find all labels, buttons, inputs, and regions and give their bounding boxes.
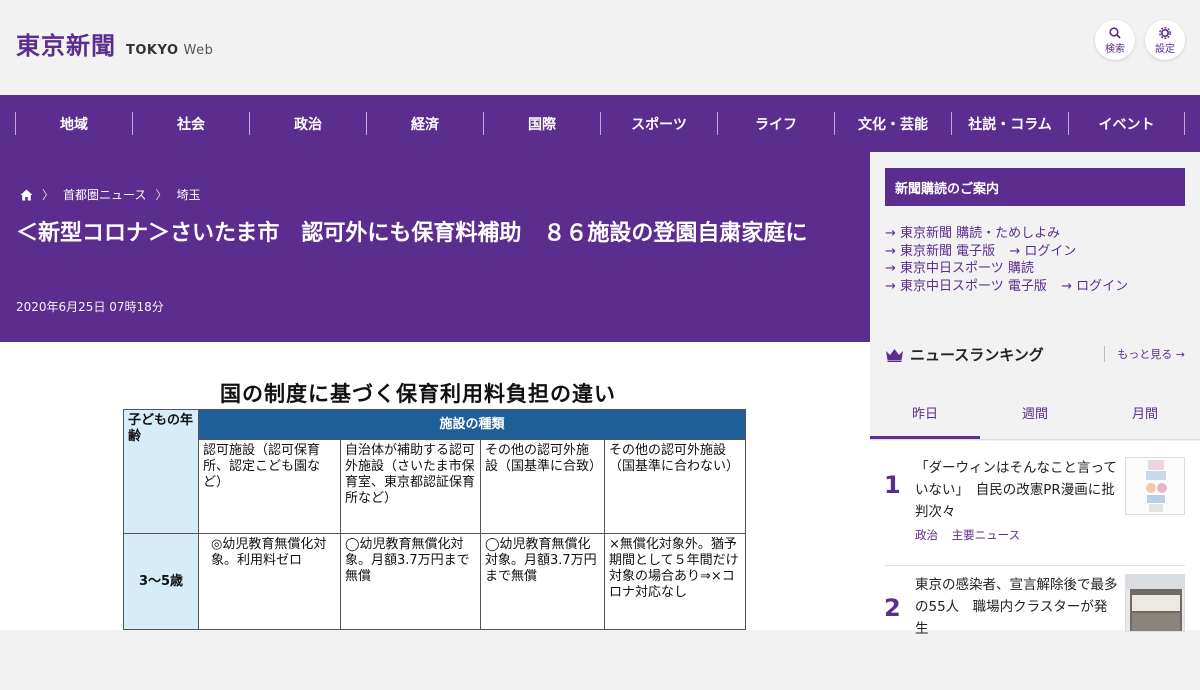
group-header: 施設の種類 (439, 416, 505, 432)
breadcrumb-separator: 〉 (155, 188, 168, 202)
arrow-right-icon: → (1175, 348, 1185, 361)
search-icon (1109, 27, 1121, 39)
column-header: その他の認可外施設（国基準に合致） (480, 439, 605, 534)
subscribe-link[interactable]: → 東京中日スポーツ 購読 (885, 261, 1034, 276)
subscribe-link-row: → 東京中日スポーツ 電子版 → ログイン (885, 278, 1128, 296)
figure-title: 国の制度に基づく保育利用料負担の違い (220, 382, 616, 406)
logo-japanese: 東京新聞 (16, 31, 116, 60)
breadcrumb-item-saitama[interactable]: 埼玉 (176, 186, 200, 203)
subscribe-link-text: 東京中日スポーツ 電子版 (900, 278, 1047, 294)
login-link-text: ログイン (1076, 278, 1129, 294)
list-item[interactable]: 1 「ダーウィンはそんなこと言っていない」 自民の改憲PR漫画に批判次々 政治 … (870, 441, 1200, 565)
logo-tokyo-text: TOKYO (126, 43, 179, 58)
ranking-item-title[interactable]: 「ダーウィンはそんなこと言っていない」 自民の改憲PR漫画に批判次々 (915, 457, 1120, 523)
site-logo[interactable]: 東京新聞 TOKYO Web (16, 26, 213, 61)
crown-icon (886, 348, 903, 362)
gear-icon (1159, 27, 1171, 39)
tab-yesterday[interactable]: 昨日 (870, 390, 980, 439)
nav-item-sports[interactable]: スポーツ (600, 112, 717, 135)
manga-thumbnail (1126, 458, 1184, 514)
column-header: 認可施設（認可保育所、認定こども園など） (198, 439, 341, 534)
thumbnail-image[interactable] (1125, 574, 1185, 632)
main-nav: 地域 社会 政治 経済 国際 スポーツ ライフ 文化・芸能 社説・コラム イベン… (0, 95, 1200, 152)
tag-link[interactable]: 政治 (915, 528, 938, 542)
nav-item-region[interactable]: 地域 (15, 112, 132, 135)
ranking-title: ニュースランキング (910, 346, 1044, 364)
ranking-list: 1 「ダーウィンはそんなこと言っていない」 自民の改憲PR漫画に批判次々 政治 … (870, 441, 1200, 637)
article-header: 〉 首都圏ニュース 〉 埼玉 ＜新型コロナ＞さいたま市 認可外にも保育料補助 ８… (0, 152, 870, 342)
settings-button[interactable]: 設定 (1145, 20, 1185, 60)
age-header: 子どもの年齢 (128, 413, 194, 444)
search-label: 検索 (1105, 44, 1125, 55)
row-age-cell: 3～5歳 (123, 533, 199, 630)
subscribe-link[interactable]: → 東京中日スポーツ 電子版 (885, 279, 1047, 294)
subscribe-title: 新聞購読のご案内 (885, 168, 1185, 206)
breadcrumb-item-metro[interactable]: 首都圏ニュース (63, 186, 146, 203)
tab-monthly[interactable]: 月間 (1090, 390, 1200, 439)
search-button[interactable]: 検索 (1095, 20, 1135, 60)
login-link-text: ログイン (1024, 243, 1077, 259)
ranking-item-title[interactable]: 東京の感染者、宣言解除後で最多の55人 職場内クラスターが発生 (915, 574, 1120, 640)
nav-item-editorial[interactable]: 社説・コラム (951, 112, 1068, 135)
subscribe-link-text: 東京新聞 電子版 (900, 243, 996, 259)
thumbnail-image[interactable] (1125, 457, 1185, 515)
article-date: 2020年6月25日 07時18分 (16, 300, 164, 314)
site-header: 東京新聞 TOKYO Web 検索 設定 (0, 0, 1200, 95)
logo-english: TOKYO Web (126, 43, 213, 58)
table-cell: ×無償化対象外。猶予期間として５年間だけ対象の場合あり⇒×コロナ対応なし (604, 533, 746, 630)
more-link[interactable]: もっと見る → (1104, 346, 1185, 362)
tag-link[interactable]: 主要ニュース (952, 528, 1020, 542)
table-cell: ◎幼児教育無償化対象。利用料ゼロ (198, 533, 341, 630)
arrow-right-icon: → (1009, 243, 1021, 259)
login-link[interactable]: → ログイン (1009, 244, 1076, 259)
ranking-tabs: 昨日 週間 月間 (870, 390, 1200, 440)
arrow-right-icon: → (885, 261, 896, 276)
nav-item-society[interactable]: 社会 (132, 112, 249, 135)
breadcrumb: 〉 首都圏ニュース 〉 埼玉 (20, 186, 200, 203)
more-link-text: もっと見る (1117, 348, 1173, 361)
building-thumbnail (1126, 575, 1184, 631)
arrow-right-icon: → (885, 278, 896, 294)
nav-item-international[interactable]: 国際 (483, 112, 600, 135)
subscribe-link[interactable]: → 東京新聞 電子版 (885, 244, 995, 259)
subscribe-link-row: → 東京新聞 購読・ためしよみ (885, 225, 1128, 243)
nav-item-events[interactable]: イベント (1068, 112, 1185, 135)
article-body: 国の制度に基づく保育利用料負担の違い 子どもの年齢 施設の種類 認可施設（認可保… (0, 342, 870, 630)
home-icon[interactable] (20, 189, 33, 201)
tab-weekly[interactable]: 週間 (980, 390, 1090, 439)
figure-table: 子どもの年齢 施設の種類 認可施設（認可保育所、認定こども園など） 自治体が補助… (123, 409, 746, 630)
nav-item-life[interactable]: ライフ (717, 112, 834, 135)
subscribe-link-row: → 東京新聞 電子版 → ログイン (885, 243, 1128, 261)
nav-item-economy[interactable]: 経済 (366, 112, 483, 135)
logo-web-text: Web (183, 43, 214, 58)
login-link[interactable]: → ログイン (1061, 279, 1128, 294)
sidebar: 新聞購読のご案内 → 東京新聞 購読・ためしよみ → 東京新聞 電子版 → ログ… (870, 152, 1200, 637)
ranking-header: ニュースランキング もっと見る → (885, 344, 1185, 365)
nav-item-culture[interactable]: 文化・芸能 (834, 112, 951, 135)
subscribe-link-row: → 東京中日スポーツ 購読 (885, 260, 1128, 278)
table-cell: ◯幼児教育無償化対象。月額3.7万円まで無償 (480, 533, 605, 630)
subscribe-link-text: 東京新聞 購読・ためしよみ (900, 226, 1061, 241)
subscribe-link[interactable]: → 東京新聞 購読・ためしよみ (885, 226, 1060, 241)
settings-label: 設定 (1155, 44, 1175, 55)
arrow-right-icon: → (885, 226, 896, 241)
column-header: 自治体が補助する認可外施設（さいたま市保育室、東京都認証保育所など） (340, 439, 481, 534)
rank-number: 1 (884, 471, 901, 499)
breadcrumb-separator: 〉 (42, 188, 55, 202)
ranking-item-tags: 政治 主要ニュース (915, 527, 1030, 543)
arrow-right-icon: → (885, 243, 896, 259)
table-cell: ◯幼児教育無償化対象。月額3.7万円まで無償 (340, 533, 481, 630)
article-title: ＜新型コロナ＞さいたま市 認可外にも保育料補助 ８６施設の登園自粛家庭に (16, 221, 808, 246)
arrow-right-icon: → (1061, 278, 1072, 294)
nav-item-politics[interactable]: 政治 (249, 112, 366, 135)
subscribe-links: → 東京新聞 購読・ためしよみ → 東京新聞 電子版 → ログイン → 東京中日… (885, 225, 1128, 295)
list-item[interactable]: 2 東京の感染者、宣言解除後で最多の55人 職場内クラスターが発生 (870, 566, 1200, 690)
subscribe-link-text: 東京中日スポーツ 購読 (900, 261, 1034, 276)
age-header-cell: 子どもの年齢 (123, 409, 199, 534)
group-header-cell: 施設の種類 (198, 409, 746, 440)
column-header: その他の認可外施設（国基準に合わない） (604, 439, 746, 534)
rank-number: 2 (884, 594, 901, 622)
